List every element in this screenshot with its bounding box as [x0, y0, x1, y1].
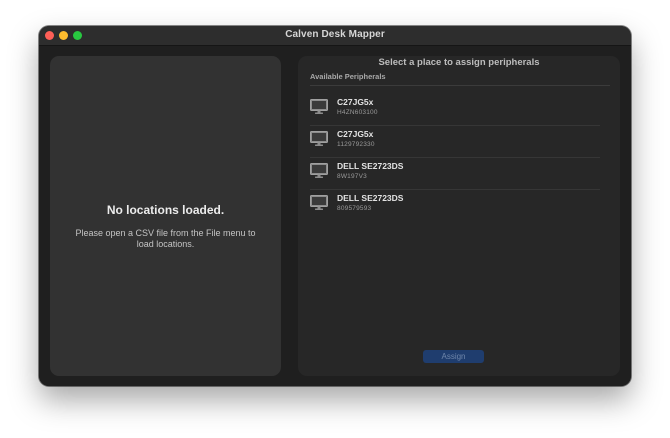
- empty-state-title: No locations loaded.: [106, 203, 225, 217]
- window-title: Calven Desk Mapper: [285, 29, 385, 40]
- peripheral-name: DELL SE2723DS: [337, 193, 404, 203]
- title-bar[interactable]: Calven Desk Mapper: [39, 26, 631, 46]
- app-window: Calven Desk Mapper No locations loaded. …: [39, 26, 631, 386]
- monitor-icon: [310, 195, 328, 210]
- peripheral-name: C27JG5x: [337, 97, 374, 107]
- assign-button[interactable]: Assign: [423, 350, 484, 363]
- empty-state-message: Please open a CSV file from the File men…: [75, 228, 256, 249]
- assign-instruction: Select a place to assign peripherals: [378, 57, 540, 68]
- peripherals-panel: Select a place to assign peripherals Ava…: [298, 56, 620, 376]
- peripheral-list: C27JG5x H4ZN603100 C27JG5x 1129792330 DE…: [310, 94, 600, 222]
- section-divider: [310, 85, 610, 86]
- peripheral-item[interactable]: C27JG5x 1129792330: [310, 126, 600, 158]
- peripheral-serial: 8W197V3: [337, 173, 367, 180]
- locations-panel: No locations loaded. Please open a CSV f…: [50, 56, 281, 376]
- monitor-icon: [310, 99, 328, 114]
- desktop-background: Calven Desk Mapper No locations loaded. …: [0, 0, 670, 438]
- peripheral-item[interactable]: DELL SE2723DS 809579593: [310, 190, 600, 222]
- window-content: No locations loaded. Please open a CSV f…: [39, 46, 631, 386]
- peripheral-name: C27JG5x: [337, 129, 374, 139]
- peripheral-name: DELL SE2723DS: [337, 161, 404, 171]
- peripheral-item[interactable]: DELL SE2723DS 8W197V3: [310, 158, 600, 190]
- peripheral-serial: 809579593: [337, 205, 372, 212]
- peripheral-item[interactable]: C27JG5x H4ZN603100: [310, 94, 600, 126]
- monitor-icon: [310, 131, 328, 146]
- peripheral-serial: H4ZN603100: [337, 109, 378, 116]
- peripheral-serial: 1129792330: [337, 141, 375, 148]
- available-peripherals-label: Available Peripherals: [310, 72, 386, 81]
- monitor-icon: [310, 163, 328, 178]
